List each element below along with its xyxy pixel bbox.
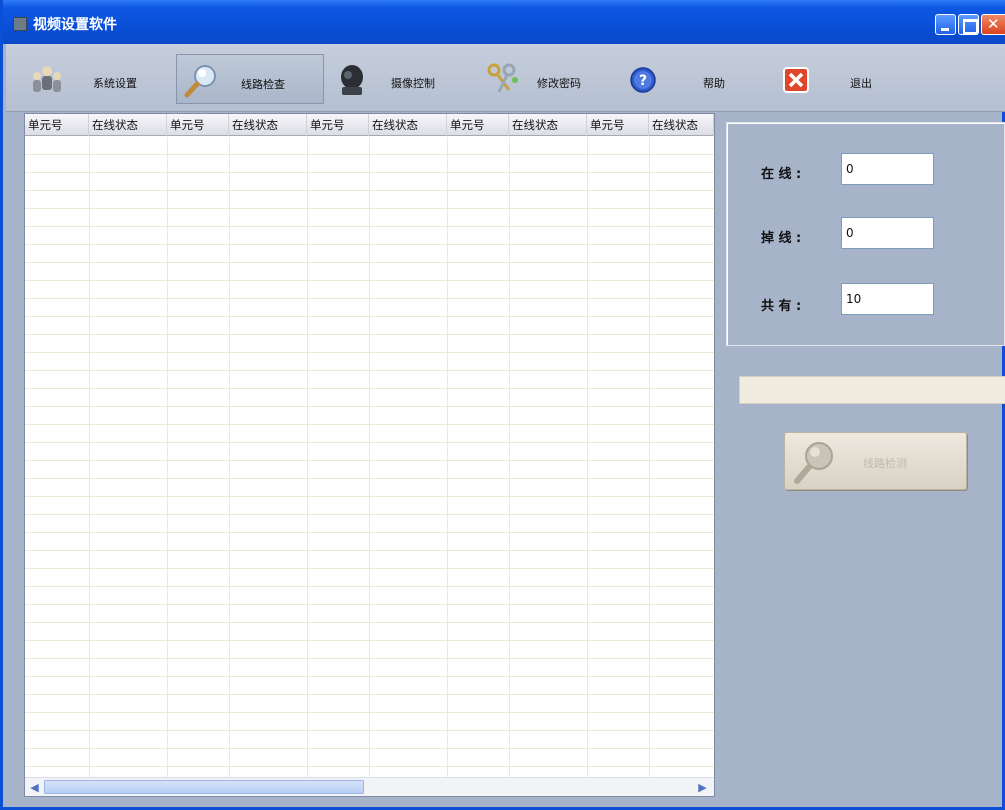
toolbar: 系统设置 线路检查 摄像控制 修改密码 ? 帮助 退出 xyxy=(6,44,1005,112)
column-header-status[interactable]: 在线状态 xyxy=(509,114,587,136)
offline-count-field[interactable] xyxy=(841,217,934,249)
minimize-button[interactable] xyxy=(935,14,956,35)
column-header-status[interactable]: 在线状态 xyxy=(649,114,714,136)
horizontal-scrollbar[interactable]: ◀ ▶ xyxy=(25,777,714,796)
scroll-left-icon[interactable]: ◀ xyxy=(27,780,42,795)
app-icon xyxy=(13,17,27,31)
keys-icon xyxy=(487,63,518,93)
column-divider xyxy=(229,137,230,777)
toolbar-item-line-check[interactable]: 线路检查 xyxy=(176,54,324,104)
toolbar-label: 退出 xyxy=(850,77,872,90)
total-count-field[interactable] xyxy=(841,283,934,315)
column-divider xyxy=(447,137,448,777)
users-group-icon xyxy=(33,66,61,92)
toolbar-label: 修改密码 xyxy=(537,77,581,90)
column-divider xyxy=(89,137,90,777)
column-divider xyxy=(307,137,308,777)
column-header-status[interactable]: 在线状态 xyxy=(229,114,307,136)
table-header: 单元号 在线状态 单元号 在线状态 单元号 在线状态 单元号 在线状态 单元号 … xyxy=(25,114,714,136)
help-icon: ? xyxy=(630,67,656,93)
scrollbar-thumb[interactable] xyxy=(44,780,364,794)
toolbar-label: 线路检查 xyxy=(241,78,285,91)
column-header-status[interactable]: 在线状态 xyxy=(89,114,167,136)
column-divider xyxy=(509,137,510,777)
camera-icon xyxy=(341,65,363,95)
column-header-unit[interactable]: 单元号 xyxy=(447,114,509,136)
total-label: 共 有 : xyxy=(761,299,802,314)
maximize-button[interactable] xyxy=(958,14,979,35)
line-check-button[interactable]: 线路检测 xyxy=(784,432,967,490)
online-label: 在 线 : xyxy=(761,167,802,182)
toolbar-item-camera-control[interactable]: 摄像控制 xyxy=(328,54,478,104)
exit-icon xyxy=(783,67,809,93)
column-divider xyxy=(167,137,168,777)
progress-bar xyxy=(739,376,1005,404)
column-divider xyxy=(369,137,370,777)
toolbar-item-change-password[interactable]: 修改密码 xyxy=(481,54,616,104)
toolbar-item-exit[interactable]: 退出 xyxy=(774,54,894,104)
magnifier-icon xyxy=(794,442,833,484)
line-check-button-label: 线路检测 xyxy=(863,457,907,470)
svg-text:?: ? xyxy=(639,73,647,89)
offline-label: 掉 线 : xyxy=(761,231,802,246)
toolbar-item-help[interactable]: ? 帮助 xyxy=(621,54,761,104)
toolbar-label: 帮助 xyxy=(703,77,725,90)
toolbar-item-system-settings[interactable]: 系统设置 xyxy=(23,54,173,104)
status-summary-panel: 在 线 : 掉 线 : 共 有 : xyxy=(726,122,1005,346)
column-header-unit[interactable]: 单元号 xyxy=(25,114,89,136)
title-bar[interactable]: 视频设置软件 xyxy=(3,0,1005,44)
column-header-unit[interactable]: 单元号 xyxy=(587,114,649,136)
column-header-unit[interactable]: 单元号 xyxy=(167,114,229,136)
close-button[interactable] xyxy=(981,14,1005,35)
unit-status-table[interactable]: 单元号 在线状态 单元号 在线状态 单元号 在线状态 单元号 在线状态 单元号 … xyxy=(24,113,715,797)
scroll-right-icon[interactable]: ▶ xyxy=(695,780,710,795)
magnifier-icon xyxy=(184,65,216,98)
column-divider xyxy=(587,137,588,777)
column-header-unit[interactable]: 单元号 xyxy=(307,114,369,136)
toolbar-label: 系统设置 xyxy=(93,77,137,90)
online-count-field[interactable] xyxy=(841,153,934,185)
column-divider xyxy=(649,137,650,777)
toolbar-label: 摄像控制 xyxy=(391,77,435,90)
column-header-status[interactable]: 在线状态 xyxy=(369,114,447,136)
app-window: 视频设置软件 系统设置 线路检查 xyxy=(0,0,1005,810)
window-title: 视频设置软件 xyxy=(33,17,117,33)
